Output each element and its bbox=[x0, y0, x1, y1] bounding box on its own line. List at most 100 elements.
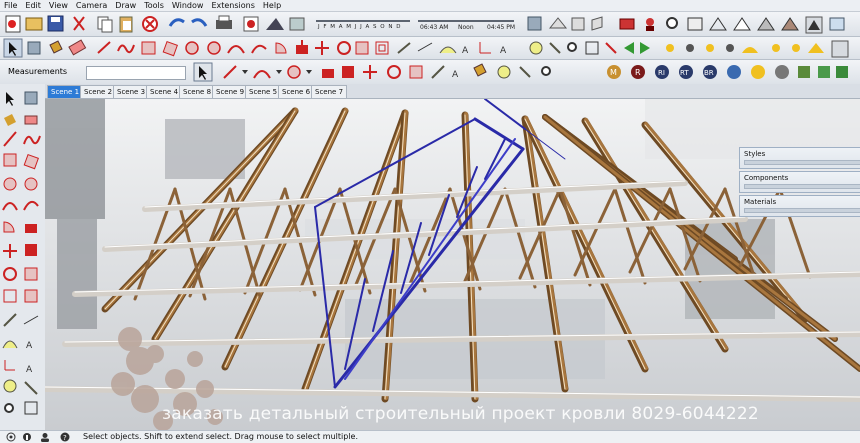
orbit2-icon bbox=[497, 65, 511, 79]
arc-icon bbox=[227, 45, 245, 54]
move-icon bbox=[315, 41, 329, 55]
pan-icon bbox=[549, 42, 561, 54]
plugin-scene-icon bbox=[798, 66, 810, 78]
menu-bar: File Edit View Camera Draw Tools Window Extensi… bbox=[0, 0, 860, 12]
toolbar-row-1-right-icons[interactable] bbox=[520, 12, 860, 36]
sandbox-icon bbox=[772, 44, 780, 52]
zoom2-icon bbox=[567, 42, 577, 52]
svg-text:A: A bbox=[452, 70, 459, 80]
text-vert-icon: A bbox=[26, 341, 33, 351]
svg-text:A: A bbox=[462, 46, 469, 56]
scene-tabs: Scene 1 Scene 2 Scene 3 Scene 4 Scene 8 … bbox=[45, 84, 860, 99]
toolbar-row-2: A A bbox=[0, 37, 860, 60]
push-pull2-icon bbox=[322, 69, 334, 78]
select-vert-icon bbox=[6, 92, 14, 106]
menu-file[interactable]: File bbox=[0, 0, 21, 11]
tab-scene-5[interactable]: Scene 5 bbox=[245, 85, 282, 99]
plugin-br-icon: BR bbox=[703, 65, 717, 79]
line-icon bbox=[97, 41, 111, 54]
follow-me-icon bbox=[342, 66, 354, 78]
svg-text:BR: BR bbox=[704, 69, 714, 77]
geo-location-icon[interactable] bbox=[6, 432, 16, 442]
line-vert-icon bbox=[3, 131, 17, 147]
offset-vert-icon bbox=[3, 289, 17, 303]
menu-tools[interactable]: Tools bbox=[140, 0, 168, 11]
undo-icon bbox=[168, 18, 185, 27]
iso-view-icon bbox=[548, 17, 568, 29]
paint2-icon bbox=[473, 63, 487, 77]
edge-style-icon bbox=[726, 44, 734, 52]
rotate2-icon bbox=[387, 65, 401, 79]
tab-scene-1[interactable]: Scene 1 bbox=[47, 85, 84, 99]
fog-toggle-icon bbox=[706, 44, 714, 52]
status-bar: ? Select objects. Shift to extend select… bbox=[0, 430, 860, 443]
paint-vert-icon bbox=[4, 114, 16, 126]
toolbar-row-1: J F M A M J J A S O N D 06:43 AM Noon 04… bbox=[0, 12, 860, 37]
shadows-icon bbox=[266, 18, 284, 30]
tray-styles-title: Styles bbox=[744, 150, 766, 158]
zoom-extents-icon bbox=[605, 42, 617, 54]
freehand-icon bbox=[117, 44, 135, 54]
menu-view[interactable]: View bbox=[45, 0, 72, 11]
left-tool-icons-2[interactable]: A A bbox=[20, 84, 45, 430]
arc2-vert-icon bbox=[23, 200, 39, 211]
tab-scene-3[interactable]: Scene 3 bbox=[113, 85, 150, 99]
move2-icon bbox=[363, 65, 377, 79]
toolbar-row-3-icons[interactable]: A M R RI RT BR bbox=[190, 60, 850, 84]
camera-icon bbox=[619, 18, 635, 30]
hidden-line-icon bbox=[733, 17, 751, 31]
tab-scene-8[interactable]: Scene 8 bbox=[179, 85, 216, 99]
rectangle-icon bbox=[141, 41, 156, 55]
shadow-toggle-icon bbox=[686, 44, 694, 52]
protractor-icon bbox=[439, 46, 457, 54]
plugin-tree-icon bbox=[818, 66, 830, 78]
tray-materials-title: Materials bbox=[744, 198, 777, 206]
shadow-months: J F M A M J J A S O N D bbox=[318, 24, 402, 30]
shadow-time-end: 04:45 PM bbox=[487, 24, 515, 31]
user-icon[interactable] bbox=[40, 432, 50, 442]
menu-draw[interactable]: Draw bbox=[111, 0, 140, 11]
plugin-grass-icon bbox=[836, 66, 848, 78]
text2-icon: A bbox=[452, 70, 459, 80]
tab-scene-6[interactable]: Scene 6 bbox=[278, 85, 315, 99]
menu-window[interactable]: Window bbox=[168, 0, 208, 11]
measurements-input[interactable] bbox=[86, 66, 186, 80]
component-vert-icon bbox=[24, 91, 38, 105]
component-icon bbox=[527, 16, 542, 31]
draw-arc-icon bbox=[253, 70, 271, 79]
plugin-mat-icon bbox=[751, 65, 765, 79]
redo-icon bbox=[191, 18, 208, 27]
tray-components[interactable]: Components × bbox=[739, 171, 860, 193]
shadow-date-slider[interactable] bbox=[316, 20, 410, 22]
model-viewport[interactable]: Styles × Components × Materials × bbox=[45, 99, 860, 430]
tray-materials[interactable]: Materials × bbox=[739, 195, 860, 217]
credits-icon[interactable] bbox=[22, 432, 32, 442]
section-plane-icon bbox=[829, 17, 845, 31]
select-arrow-icon bbox=[3, 38, 23, 58]
tray-components-title: Components bbox=[744, 174, 789, 182]
xray-icon bbox=[687, 17, 703, 31]
prev-view-icon bbox=[624, 42, 634, 54]
tray-styles[interactable]: Styles × bbox=[739, 147, 860, 169]
svg-text:RT: RT bbox=[680, 69, 689, 77]
shadow-time-slider[interactable] bbox=[418, 20, 514, 22]
textured-icon bbox=[781, 17, 799, 31]
menu-help[interactable]: Help bbox=[259, 0, 285, 11]
svg-text:A: A bbox=[500, 46, 507, 56]
menu-edit[interactable]: Edit bbox=[21, 0, 45, 11]
orbit-vert-icon bbox=[3, 379, 17, 393]
tab-scene-7[interactable]: Scene 7 bbox=[311, 85, 348, 99]
toolbar-row-2-right-icons[interactable] bbox=[520, 37, 860, 59]
zoom3-icon bbox=[541, 66, 551, 76]
left-tool-icons-1[interactable] bbox=[0, 84, 20, 430]
tab-scene-2[interactable]: Scene 2 bbox=[80, 85, 117, 99]
help-icon[interactable]: ? bbox=[60, 432, 70, 442]
menu-extensions[interactable]: Extensions bbox=[207, 0, 258, 11]
tab-scene-9[interactable]: Scene 9 bbox=[212, 85, 249, 99]
shadow-time-current: 06:43 AM bbox=[420, 24, 449, 31]
print-icon bbox=[216, 15, 232, 29]
svg-text:RI: RI bbox=[658, 69, 665, 77]
menu-camera[interactable]: Camera bbox=[72, 0, 111, 11]
tab-scene-4[interactable]: Scene 4 bbox=[146, 85, 183, 99]
circle-vert-icon bbox=[3, 177, 17, 191]
